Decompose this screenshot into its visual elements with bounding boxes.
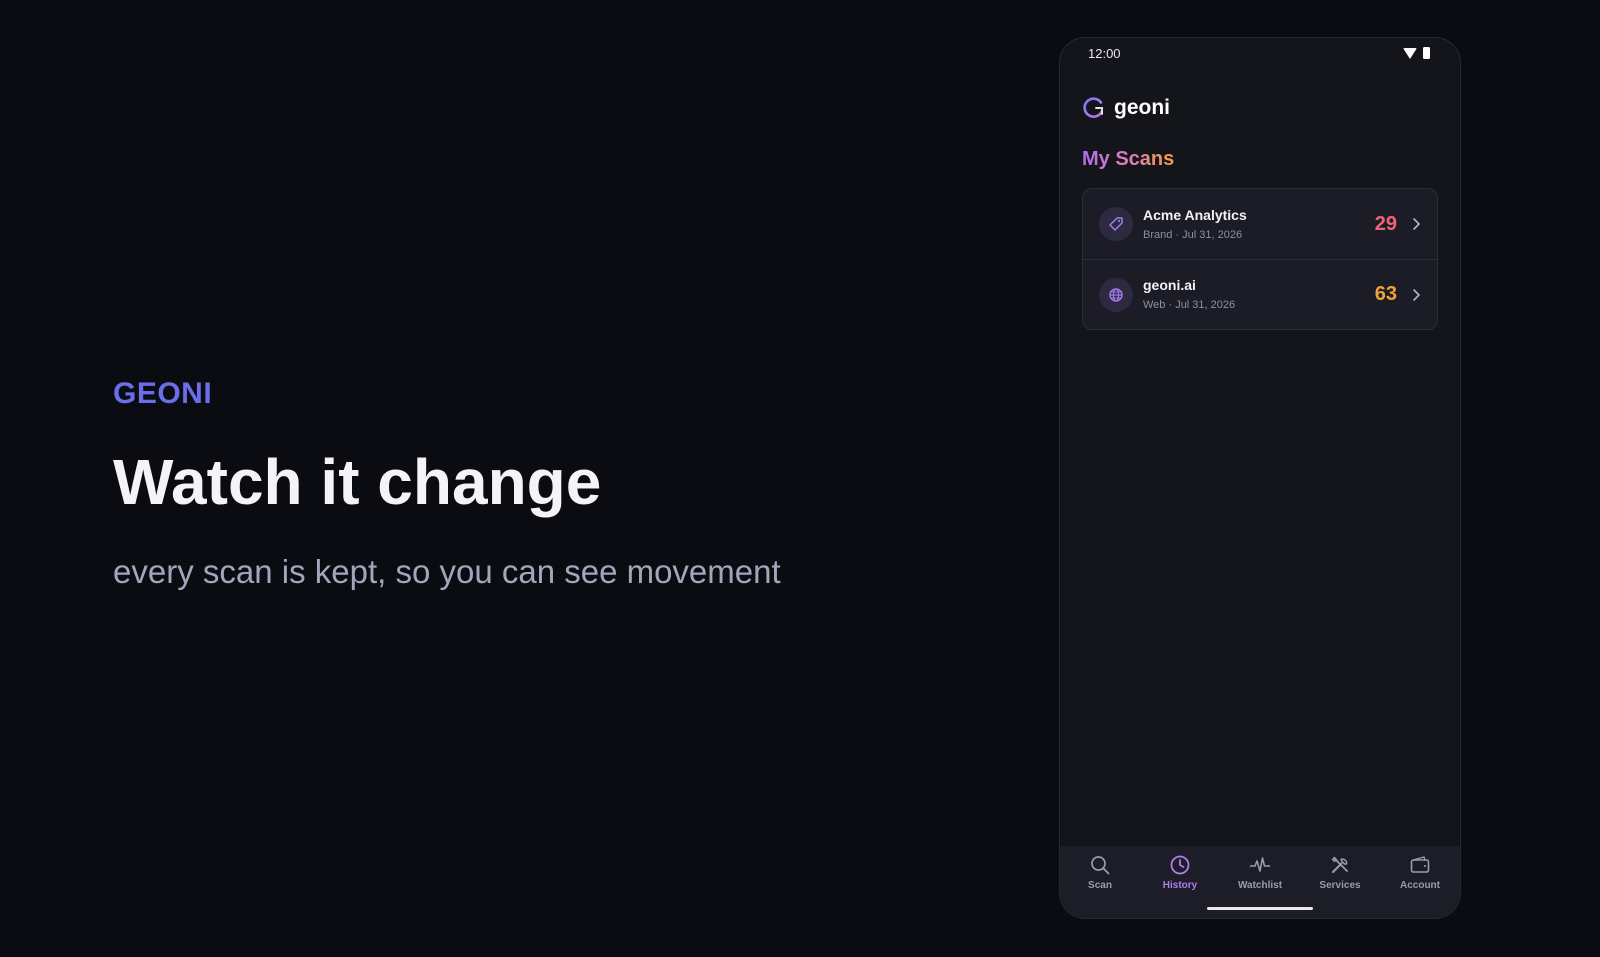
hero-copy: GEONI Watch it change every scan is kept…	[113, 376, 781, 592]
scan-name: Acme Analytics	[1143, 206, 1247, 223]
scan-score: 63	[1374, 283, 1397, 305]
app-bar: geoni	[1060, 68, 1460, 130]
scan-meta: Brand · Jul 31, 2026	[1143, 228, 1243, 241]
status-time: 12:00	[1088, 45, 1121, 61]
wifi-icon	[1403, 47, 1417, 59]
search-icon	[1091, 856, 1110, 875]
scan-type-badge	[1099, 207, 1133, 241]
app-name: geoni	[1114, 95, 1170, 119]
clock-icon	[1170, 855, 1190, 875]
section-title: My Scans	[1082, 148, 1175, 170]
chevron-right-icon	[1413, 288, 1420, 301]
brand-eyebrow: GEONI	[113, 377, 213, 410]
app-preview-stage: GEONI Watch it change every scan is kept…	[0, 0, 1600, 957]
nav-label: Watchlist	[1237, 880, 1283, 891]
scan-row-acme-analytics[interactable]: Acme Analytics Brand · Jul 31, 2026 29	[1083, 189, 1437, 259]
scan-name: geoni.ai	[1143, 277, 1196, 293]
phone-frame: 12:00 geoni My Scans Acme Analytics Bran…	[1059, 37, 1461, 919]
scan-text: Acme Analytics Brand · Jul 31, 2026	[1143, 206, 1375, 243]
nav-label: Account	[1400, 880, 1440, 891]
nav-label: Services	[1319, 880, 1361, 891]
status-icons	[1403, 47, 1430, 59]
scan-type-badge	[1099, 277, 1133, 312]
status-bar: 12:00	[1060, 38, 1460, 68]
scan-score: 29	[1374, 212, 1397, 235]
globe-icon	[1109, 287, 1123, 302]
nav-account[interactable]: Account	[1385, 854, 1455, 918]
hero-headline: Watch it change	[113, 446, 602, 518]
chevron-right-icon	[1413, 218, 1420, 230]
scan-row-geoni-ai[interactable]: geoni.ai Web · Jul 31, 2026 63	[1083, 259, 1437, 329]
tools-icon	[1331, 856, 1348, 873]
scan-meta: Web · Jul 31, 2026	[1143, 299, 1236, 311]
home-indicator[interactable]	[1207, 907, 1313, 910]
wallet-icon	[1410, 856, 1430, 873]
nav-services[interactable]: Services	[1305, 854, 1375, 918]
pulse-icon	[1249, 857, 1271, 872]
battery-icon	[1423, 47, 1430, 59]
bottom-nav: Scan History Watchlist Services Account	[1060, 846, 1460, 918]
nav-history[interactable]: History	[1145, 854, 1215, 918]
nav-label: History	[1162, 880, 1198, 891]
scan-list: Acme Analytics Brand · Jul 31, 2026 29 g…	[1082, 188, 1438, 330]
hero-subline: every scan is kept, so you can see movem…	[113, 553, 781, 590]
tag-icon	[1109, 217, 1123, 231]
scan-text: geoni.ai Web · Jul 31, 2026	[1143, 276, 1375, 313]
geoni-logo-icon	[1083, 96, 1103, 118]
nav-scan[interactable]: Scan	[1065, 854, 1135, 918]
nav-label: Scan	[1088, 880, 1112, 891]
